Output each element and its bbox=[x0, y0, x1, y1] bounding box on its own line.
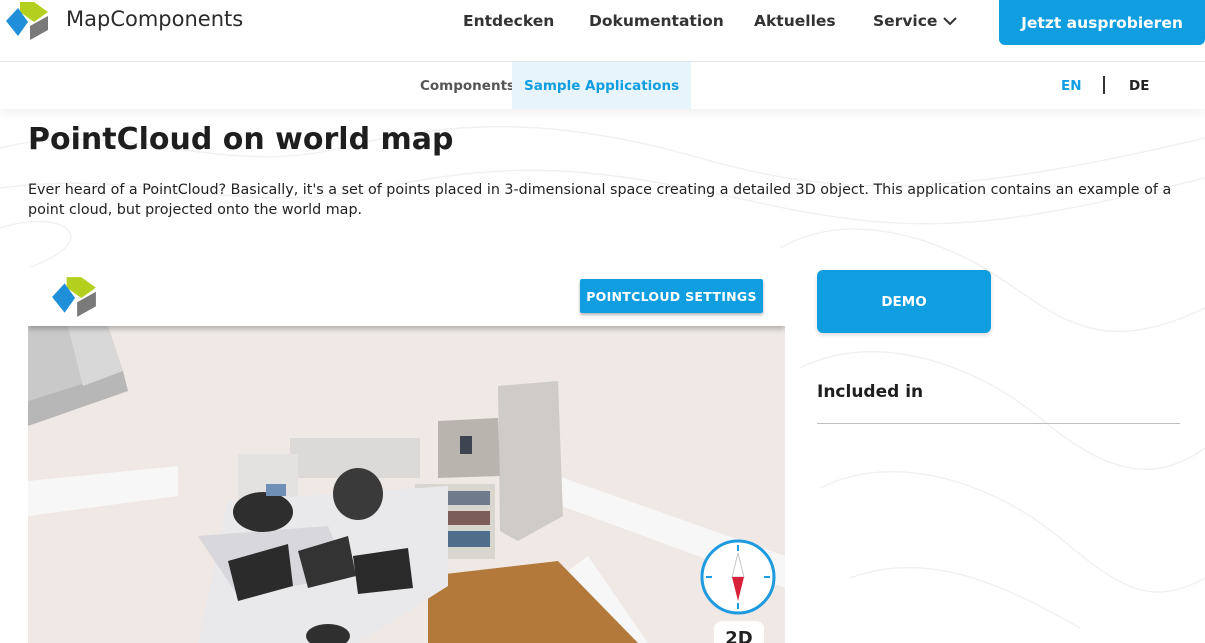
demo-preview[interactable]: POINTCLOUD SETTINGS 2D bbox=[28, 267, 785, 643]
language-divider bbox=[1103, 76, 1105, 94]
main-content: PointCloud on world map Ever heard of a … bbox=[0, 109, 1205, 643]
demo-button[interactable]: DEMO bbox=[817, 270, 991, 333]
tab-components[interactable]: Components bbox=[408, 62, 527, 109]
brand-name[interactable]: MapComponents bbox=[66, 7, 243, 31]
compass-icon[interactable] bbox=[700, 539, 776, 615]
page-description: Ever heard of a PointCloud? Basically, i… bbox=[28, 182, 1172, 218]
pointcloud-scene[interactable] bbox=[28, 326, 785, 643]
view-2d-toggle[interactable]: 2D bbox=[714, 621, 764, 643]
chevron-down-icon bbox=[943, 17, 958, 26]
nav-dokumentation[interactable]: Dokumentation bbox=[589, 12, 724, 30]
mapcomponents-logo[interactable] bbox=[4, 0, 50, 42]
pointcloud-settings-button[interactable]: POINTCLOUD SETTINGS bbox=[580, 279, 763, 313]
page-title: PointCloud on world map bbox=[28, 122, 454, 157]
tab-sample-applications[interactable]: Sample Applications bbox=[512, 62, 692, 109]
nav-aktuelles[interactable]: Aktuelles bbox=[754, 12, 836, 30]
language-en[interactable]: EN bbox=[1061, 62, 1082, 109]
mapcomponents-logo-small bbox=[52, 277, 96, 317]
nav-service-label: Service bbox=[873, 12, 938, 30]
divider bbox=[817, 423, 1180, 424]
sub-navigation: Components Sample Applications EN DE bbox=[0, 62, 1205, 109]
included-in-heading: Included in bbox=[817, 382, 924, 402]
nav-entdecken[interactable]: Entdecken bbox=[463, 12, 554, 30]
demo-app-header: POINTCLOUD SETTINGS bbox=[28, 267, 785, 326]
language-de[interactable]: DE bbox=[1129, 62, 1149, 109]
site-header: MapComponents Entdecken Dokumentation Ak… bbox=[0, 0, 1205, 62]
try-now-button[interactable]: Jetzt ausprobieren bbox=[999, 0, 1205, 45]
nav-service[interactable]: Service bbox=[873, 12, 958, 30]
